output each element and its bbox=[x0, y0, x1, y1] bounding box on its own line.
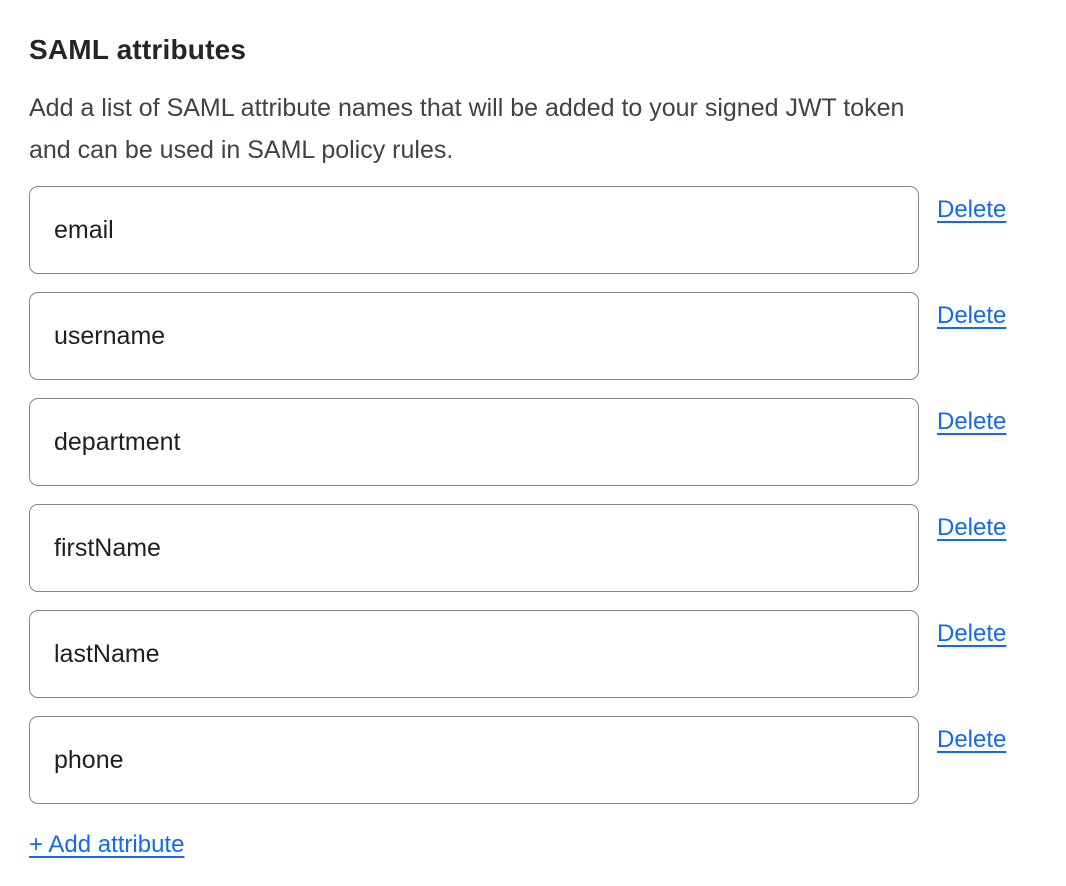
section-description: Add a list of SAML attribute names that … bbox=[29, 87, 1023, 171]
attribute-input-department[interactable] bbox=[29, 398, 919, 486]
add-attribute-link[interactable]: + Add attribute bbox=[29, 830, 184, 860]
description-line-1: Add a list of SAML attribute names that … bbox=[29, 94, 904, 122]
attribute-row: Delete bbox=[29, 398, 1023, 486]
delete-attribute-link[interactable]: Delete bbox=[937, 725, 1023, 755]
attribute-input-username[interactable] bbox=[29, 292, 919, 380]
attribute-row: Delete bbox=[29, 504, 1023, 592]
attribute-row: Delete bbox=[29, 186, 1023, 274]
attribute-input-lastname[interactable] bbox=[29, 610, 919, 698]
delete-attribute-link[interactable]: Delete bbox=[937, 619, 1023, 649]
description-line-2: and can be used in SAML policy rules. bbox=[29, 136, 453, 164]
attribute-input-firstname[interactable] bbox=[29, 504, 919, 592]
delete-attribute-link[interactable]: Delete bbox=[937, 513, 1023, 543]
page-title: SAML attributes bbox=[29, 33, 1023, 67]
delete-attribute-link[interactable]: Delete bbox=[937, 195, 1023, 225]
attribute-row: Delete bbox=[29, 610, 1023, 698]
attribute-input-phone[interactable] bbox=[29, 716, 919, 804]
saml-attributes-section: SAML attributes Add a list of SAML attri… bbox=[0, 0, 1066, 860]
attribute-input-email[interactable] bbox=[29, 186, 919, 274]
attribute-row: Delete bbox=[29, 716, 1023, 804]
attribute-row: Delete bbox=[29, 292, 1023, 380]
delete-attribute-link[interactable]: Delete bbox=[937, 301, 1023, 331]
delete-attribute-link[interactable]: Delete bbox=[937, 407, 1023, 437]
